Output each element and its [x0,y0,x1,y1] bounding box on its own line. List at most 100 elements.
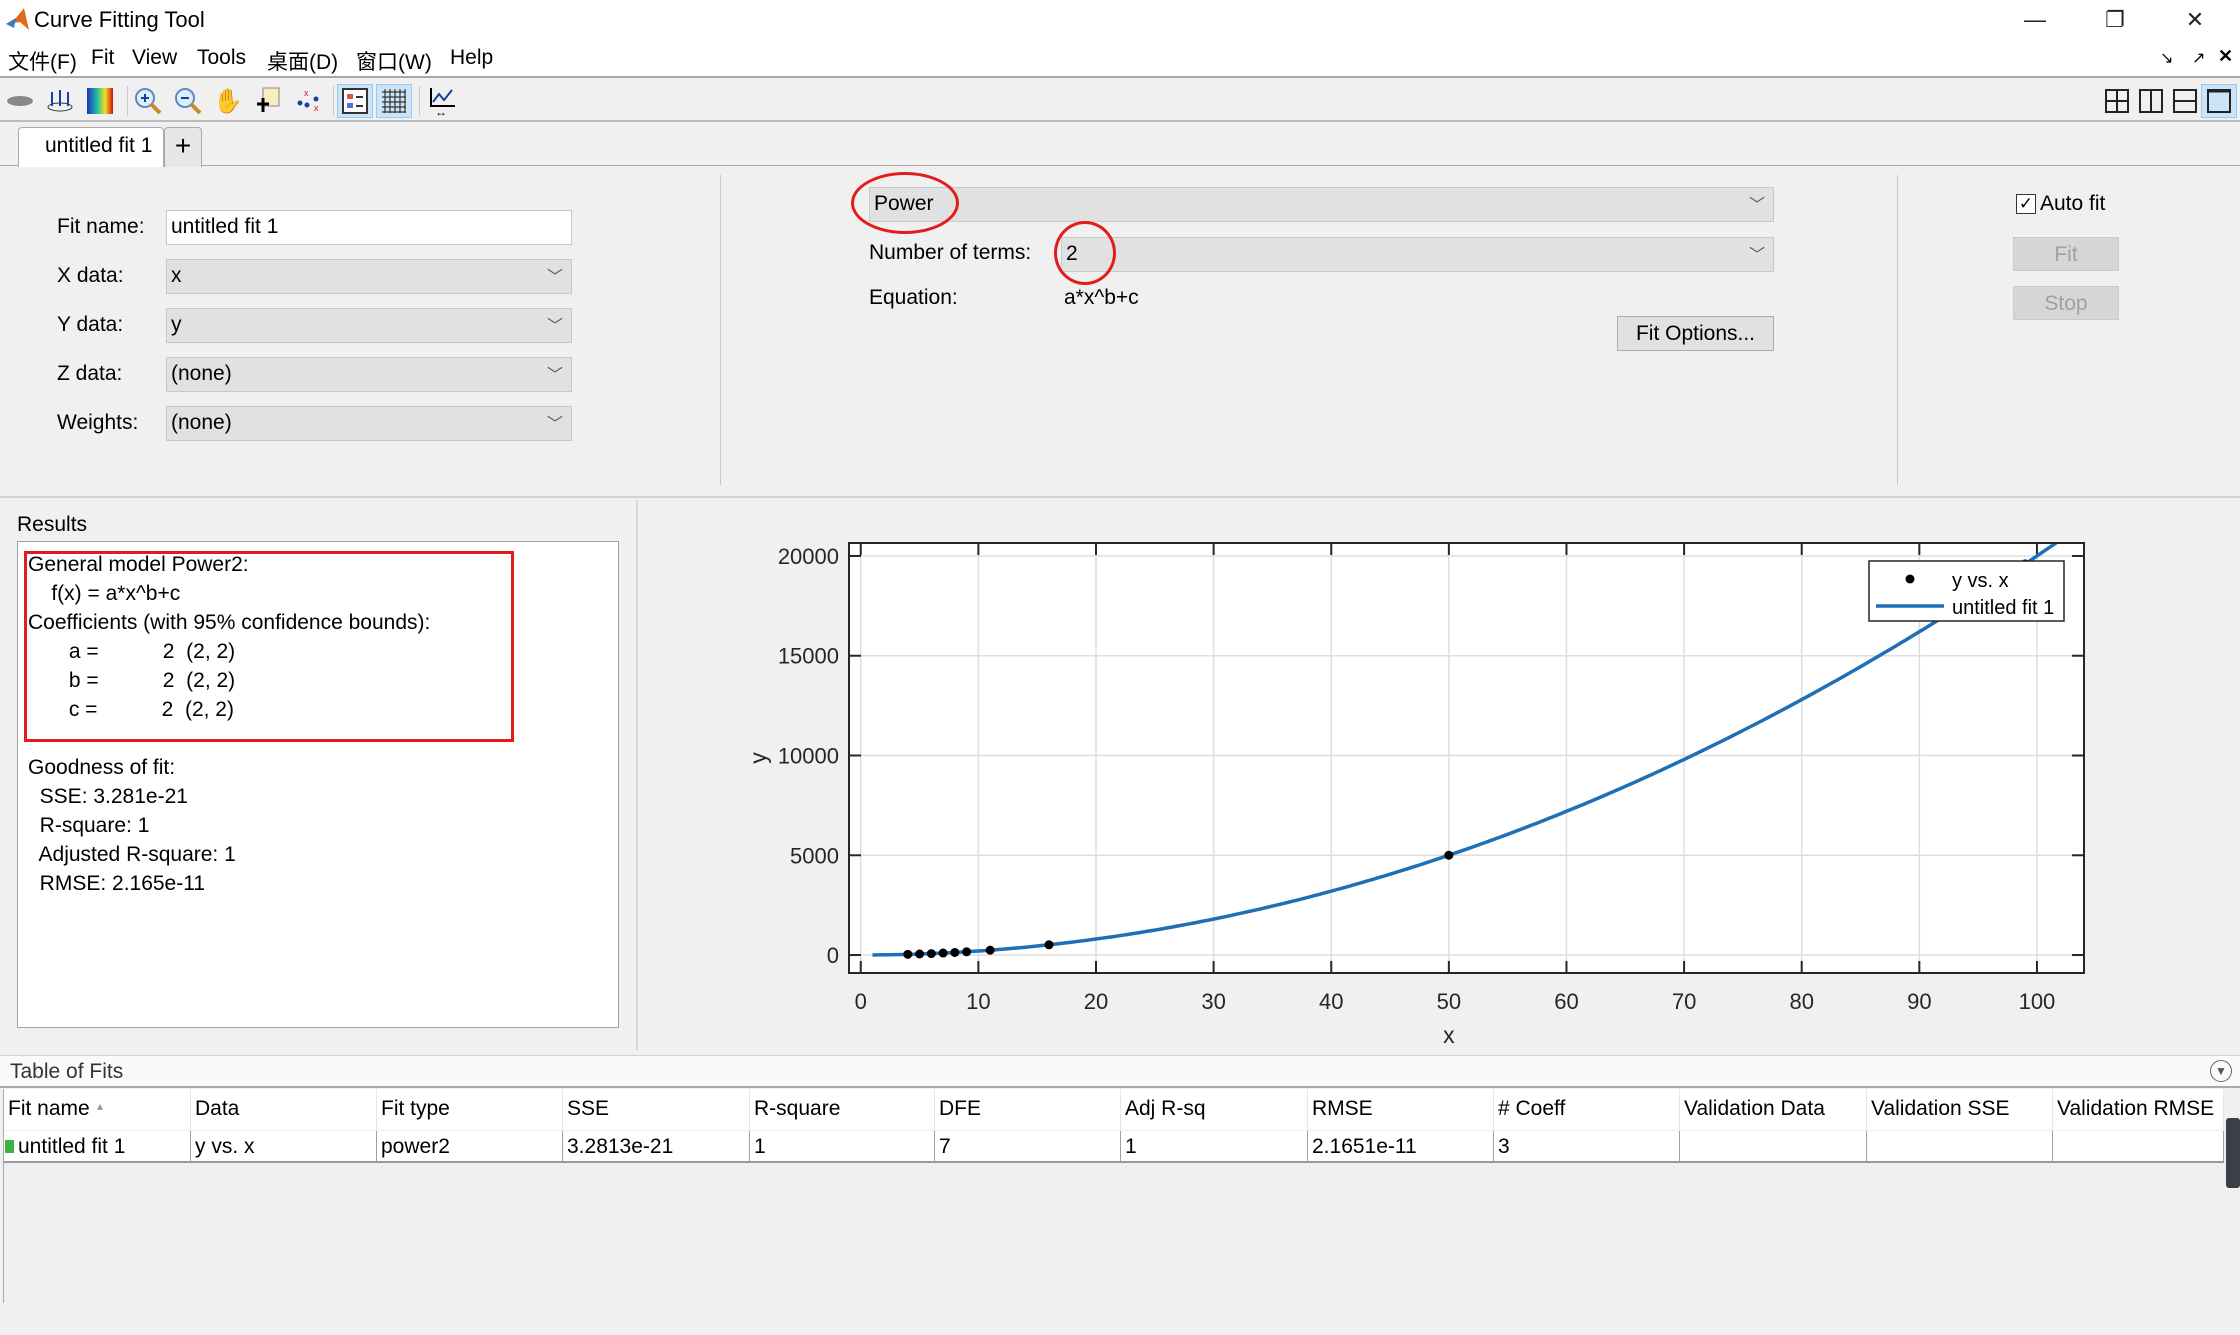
red-annotation-circle [851,172,959,234]
toolbar: ✋ xx ↔ [0,80,2240,122]
column-header[interactable]: Validation Data [1680,1089,1867,1130]
fit-type-select[interactable]: Power ﹀ [869,187,1774,222]
y-data-label: Y data: [57,313,124,336]
fit-name-input[interactable]: untitled fit 1 [166,210,572,245]
exclude-outliers-button[interactable]: xx [290,84,326,118]
rotate-button[interactable] [2,84,38,118]
x-data-select[interactable]: x ﹀ [166,259,572,294]
z-data-label: Z data: [57,362,123,385]
results-line: RMSE: 2.165e-11 [28,872,206,895]
cell-text: power2 [381,1135,450,1158]
zoom-in-button[interactable] [130,84,166,118]
results-line: a = 2 (2, 2) [28,640,236,663]
column-header[interactable]: SSE [563,1089,750,1130]
tab-untitled-fit-1[interactable]: untitled fit 1 [18,127,164,167]
pan-button[interactable]: ✋ [210,84,246,118]
undock-icon[interactable]: ↘ [2160,48,2173,68]
column-header[interactable]: Data [191,1089,377,1130]
x-tick-label: 100 [2019,989,2056,1014]
column-header[interactable]: Validation RMSE [2053,1089,2224,1130]
restore-button[interactable]: ❐ [2085,4,2145,36]
table-cell: 1 [1121,1131,1308,1161]
dock-icon[interactable]: ↗ [2192,48,2205,68]
matlab-logo-icon [6,8,29,30]
column-header[interactable]: Adj R-sq [1121,1089,1308,1130]
y-data-select[interactable]: y ﹀ [166,308,572,343]
menu-help[interactable]: Help [450,46,493,70]
column-header[interactable]: RMSE [1308,1089,1494,1130]
auto-fit-label: Auto fit [2040,192,2106,215]
data-cursor-button[interactable] [250,84,286,118]
column-header[interactable]: # Coeff [1494,1089,1680,1130]
table-cell: 2.1651e-11 [1308,1131,1494,1161]
menu-desktop[interactable]: 桌面(D) [267,46,338,76]
results-line: SSE: 3.281e-21 [28,785,188,808]
layout-columns-icon [2139,89,2163,113]
z-data-value: (none) [171,362,232,385]
data-cursor-axes-button[interactable] [42,84,78,118]
layout-grid-button[interactable] [2099,84,2135,118]
collapse-icon[interactable]: ▼ [2210,1060,2232,1082]
column-header[interactable]: R-square [750,1089,935,1130]
x-tick-label: 0 [855,989,867,1014]
table-cell: 3.2813e-21 [563,1131,750,1161]
menu-tools[interactable]: Tools [197,46,246,70]
fit-plot[interactable]: 0 10 20 30 40 50 60 70 80 90 100 0 5000 10000 15000 200… [640,500,2240,1050]
menu-view[interactable]: View [132,46,177,70]
divider [720,175,721,485]
menu-file[interactable]: 文件(F) [8,46,77,76]
legend-toggle-button[interactable] [337,84,373,118]
y-data-value: y [171,313,182,336]
legend-label: y vs. x [1952,570,2009,592]
table-cell [2053,1131,2224,1161]
layout-columns-button[interactable] [2133,84,2169,118]
axes-limits-icon [47,90,73,112]
table-cell: 3 [1494,1131,1680,1161]
data-point [1444,850,1454,860]
menu-fit[interactable]: Fit [91,46,114,70]
fit-button[interactable]: Fit [2013,237,2119,271]
chevron-down-icon: ﹀ [546,318,563,335]
x-axis-label: x [1443,1022,1455,1048]
layout-rows-icon [2173,89,2197,113]
data-point [1044,940,1054,950]
column-header[interactable]: Fit type [377,1089,563,1130]
data-point [985,945,995,955]
z-data-select[interactable]: (none) ﹀ [166,357,572,392]
legend: y vs. x untitled fit 1 [1868,560,2065,622]
close-icon: ✕ [2185,7,2205,32]
results-line: b = 2 (2, 2) [28,669,236,692]
menu-window[interactable]: 窗口(W) [356,46,432,76]
column-header[interactable]: Validation SSE [1867,1089,2053,1130]
column-header[interactable]: DFE [935,1089,1121,1130]
results-line: c = 2 (2, 2) [28,698,234,721]
column-header[interactable]: Fit name ▴ [4,1089,191,1130]
zoom-out-button[interactable] [170,84,206,118]
y-tick-label: 15000 [778,644,839,669]
terms-select[interactable]: 2 ﹀ [1061,237,1774,272]
y-tick-label: 10000 [778,744,839,769]
auto-fit-checkbox[interactable]: ✓ [2016,194,2036,214]
x-tick-label: 40 [1319,989,1343,1014]
table-header-row: Fit name ▴ Data Fit type SSE R-square DFE Adj … [4,1089,2224,1131]
colormap-button[interactable] [82,84,118,118]
data-point [962,947,972,957]
stop-button[interactable]: Stop [2013,286,2119,320]
grid-toggle-button[interactable] [376,84,412,118]
colormap-icon [87,88,113,114]
table-row[interactable]: untitled fit 1 y vs. x power2 3.2813e-21 1 7 1… [4,1131,2224,1163]
tab-label: untitled fit 1 [45,134,153,157]
add-tab-button[interactable]: + [164,127,202,167]
close-figure-icon[interactable]: ✕ [2218,46,2233,67]
minimize-button[interactable]: — [2005,4,2065,36]
close-button[interactable]: ✕ [2165,4,2225,36]
layout-single-button[interactable] [2201,84,2237,118]
prediction-bounds-button[interactable]: ↔ [425,84,461,118]
fit-options-button[interactable]: Fit Options... [1617,316,1774,351]
weights-select[interactable]: (none) ﹀ [166,406,572,441]
table-cell [1867,1131,2053,1161]
fit-name-label: Fit name: [57,215,145,238]
layout-rows-button[interactable] [2167,84,2203,118]
scrollbar-handle[interactable] [2226,1118,2240,1188]
chevron-down-icon: ﹀ [546,416,563,433]
